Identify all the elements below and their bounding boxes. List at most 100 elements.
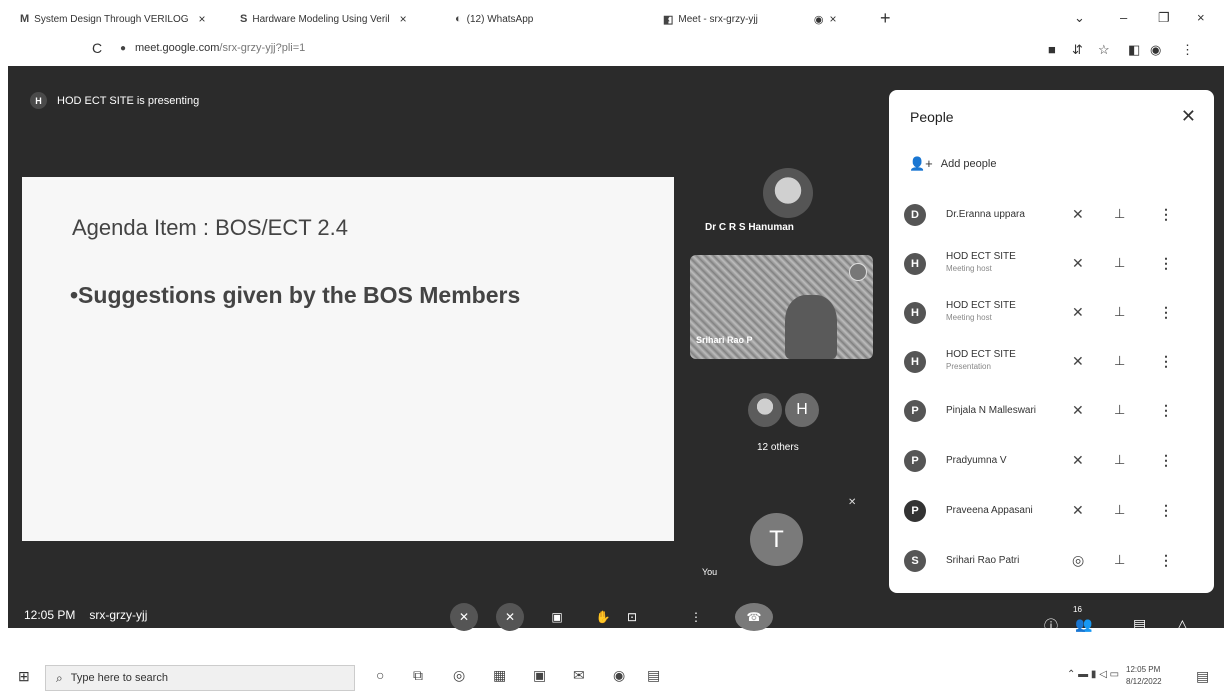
clock-time: 12:05 PM: [1126, 665, 1161, 674]
tab-meet[interactable]: ◧ Meet - srx-grzy-yjj ◉ ×: [663, 8, 836, 30]
unpin-icon[interactable]: ⊥: [1114, 353, 1125, 369]
activities-icon[interactable]: △: [1177, 616, 1188, 633]
cortana-icon[interactable]: ○: [376, 667, 384, 683]
more-options-icon[interactable]: ⋮: [1159, 255, 1173, 272]
translate-icon[interactable]: ⇵: [1072, 42, 1083, 58]
chat-icon[interactable]: ▤: [1133, 616, 1146, 633]
camera-icon[interactable]: ■: [1048, 42, 1056, 57]
participant-avatar: H: [904, 351, 926, 373]
search-icon: ⌕: [56, 670, 63, 685]
tab-title: System Design Through VERILOG: [34, 13, 189, 25]
participant-row[interactable]: S Srihari Rao Patri ◎ ⊥ ⋮: [889, 541, 1214, 581]
windows-start-icon[interactable]: ⊞: [18, 668, 30, 685]
tab-search-icon[interactable]: ⌄: [1074, 10, 1085, 26]
reload-icon[interactable]: C: [92, 40, 102, 56]
pin-icon[interactable]: ⊥: [1114, 206, 1125, 222]
taskbar-clock[interactable]: 12:05 PM 8/12/2022: [1126, 664, 1162, 688]
more-options-icon[interactable]: ⋮: [1159, 552, 1173, 569]
task-view-icon[interactable]: ⧉: [413, 667, 423, 684]
tab-close-icon[interactable]: ×: [199, 12, 206, 26]
meeting-details-icon[interactable]: ⓘ: [1044, 616, 1058, 636]
participant-tile-name: Dr C R S Hanuman: [705, 222, 794, 233]
more-options-button[interactable]: ⋮: [682, 603, 710, 631]
hang-up-icon: ☎: [746, 610, 762, 624]
lock-icon: ●: [120, 43, 127, 54]
more-options-icon[interactable]: ⋮: [1159, 206, 1173, 223]
notifications-icon[interactable]: ▤: [1196, 668, 1209, 685]
participant-avatar: [748, 393, 782, 427]
browser-tab-bar: M System Design Through VERILOG × S Hard…: [0, 0, 1224, 34]
pin-icon[interactable]: ⊥: [1114, 452, 1125, 468]
leave-call-button[interactable]: ☎: [735, 603, 773, 631]
close-icon[interactable]: ✕: [1181, 106, 1196, 127]
more-options-icon[interactable]: ⋮: [1159, 402, 1173, 419]
participant-name: Dr.Eranna uppara: [946, 209, 1025, 220]
system-tray[interactable]: ⌃ ▬ ▮ ◁ ▭: [1067, 669, 1119, 680]
participant-avatar: P: [904, 400, 926, 422]
pin-icon[interactable]: ⊥: [1114, 502, 1125, 518]
store-icon[interactable]: ▣: [533, 667, 546, 684]
raise-hand-button[interactable]: ✋: [589, 603, 617, 631]
pin-icon[interactable]: ⊥: [1114, 552, 1125, 568]
tab-whatsapp[interactable]: ◐ (12) WhatsApp ×: [455, 8, 670, 30]
participant-row[interactable]: P Pradyumna V ✕ ⊥ ⋮: [889, 441, 1214, 481]
people-icon[interactable]: 👥: [1075, 616, 1092, 633]
participant-row[interactable]: H HOD ECT SITE Presentation ✕ ⊥ ⋮: [889, 342, 1214, 382]
self-label: You: [702, 567, 718, 577]
side-panel-icon[interactable]: ◧: [1128, 42, 1140, 58]
participant-row[interactable]: P Praveena Appasani ✕ ⊥ ⋮: [889, 491, 1214, 531]
meeting-code: srx-grzy-yjj: [89, 608, 148, 622]
mail-icon[interactable]: ✉: [573, 667, 585, 684]
participant-avatar: H: [904, 302, 926, 324]
add-people-button[interactable]: 👤+ Add people: [909, 156, 996, 172]
pin-icon[interactable]: ⊥: [1114, 255, 1125, 271]
browser-menu-icon[interactable]: ⋮: [1181, 42, 1194, 58]
tab-close-icon[interactable]: ×: [829, 12, 836, 26]
browser-app-icon[interactable]: ◉: [613, 667, 625, 684]
pin-icon[interactable]: ⊥: [1114, 402, 1125, 418]
hand-icon: ✋: [595, 610, 611, 624]
participant-row[interactable]: H HOD ECT SITE Meeting host ✕ ⊥ ⋮: [889, 293, 1214, 333]
close-window-button[interactable]: ×: [1197, 10, 1205, 25]
more-options-icon[interactable]: ⋮: [1159, 452, 1173, 469]
taskbar-search-input[interactable]: ⌕ Type here to search: [45, 665, 355, 691]
participant-row[interactable]: P Pinjala N Malleswari ✕ ⊥ ⋮: [889, 391, 1214, 431]
file-explorer-icon[interactable]: ▦: [493, 667, 506, 684]
tab-close-icon[interactable]: ×: [400, 12, 407, 26]
profile-avatar-icon[interactable]: ◉: [1150, 42, 1161, 58]
speaking-icon: ◎: [1072, 552, 1085, 568]
bookmark-star-icon[interactable]: ☆: [1098, 42, 1110, 58]
participant-video-tile[interactable]: Srihari Rao P: [690, 255, 873, 359]
camera-toggle-button[interactable]: ✕: [496, 603, 524, 631]
calendar-app-icon[interactable]: ▤: [647, 667, 660, 684]
mic-off-icon: ✕: [458, 610, 470, 624]
tab-system-design[interactable]: M System Design Through VERILOG ×: [20, 8, 206, 30]
add-people-label: Add people: [940, 158, 997, 170]
participant-tile-name: Srihari Rao P: [696, 335, 753, 345]
restore-button[interactable]: ❐: [1158, 10, 1170, 26]
chrome-icon[interactable]: ◎: [453, 667, 465, 684]
participant-row[interactable]: D Dr.Eranna uppara ✕ ⊥ ⋮: [889, 195, 1214, 235]
site-icon: S: [240, 13, 248, 25]
meeting-time: 12:05 PM: [24, 608, 76, 622]
minimize-button[interactable]: –: [1120, 10, 1127, 25]
more-options-icon[interactable]: ⋮: [1159, 304, 1173, 321]
meeting-info: 12:05 PM srx-grzy-yjj: [24, 608, 147, 622]
participant-name: HOD ECT SITE: [946, 300, 1016, 311]
more-options-icon[interactable]: ⋮: [1159, 353, 1173, 370]
mic-toggle-button[interactable]: ✕: [450, 603, 478, 631]
more-options-icon[interactable]: ⋮: [1159, 502, 1173, 519]
tab-hardware-modeling[interactable]: S Hardware Modeling Using Veril ×: [240, 8, 407, 30]
pin-icon[interactable]: ⊥: [1114, 304, 1125, 320]
clock-date: 8/12/2022: [1126, 677, 1162, 686]
mic-off-icon: ✕: [1072, 206, 1084, 222]
present-button[interactable]: ⊡: [618, 603, 646, 631]
new-tab-button[interactable]: +: [880, 8, 891, 29]
others-count[interactable]: 12 others: [757, 442, 799, 453]
speaker-icon[interactable]: ◉: [814, 13, 824, 26]
participant-name: HOD ECT SITE: [946, 251, 1016, 262]
participant-role: Presentation: [946, 362, 991, 371]
url-field[interactable]: meet.google.com/srx-grzy-yjj?pli=1: [135, 42, 305, 54]
participant-row[interactable]: H HOD ECT SITE Meeting host ✕ ⊥ ⋮: [889, 244, 1214, 284]
captions-button[interactable]: ▣: [543, 603, 571, 631]
